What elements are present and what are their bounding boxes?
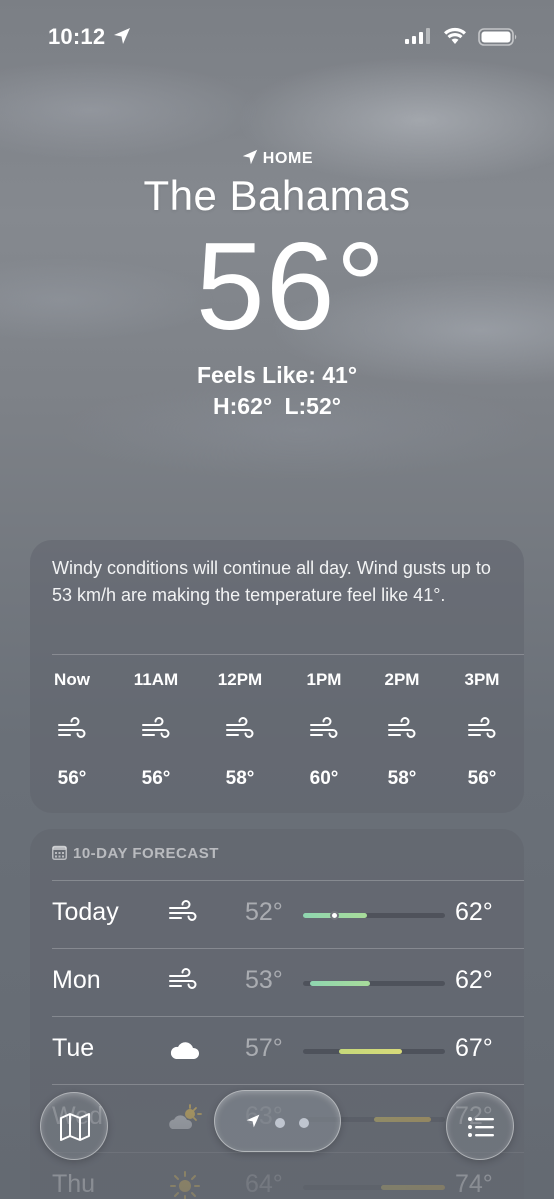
high-temperature: 62° [455,966,493,994]
high-temperature: 67° [455,1034,493,1062]
location-tag: HOME [0,148,554,168]
wind-icon [310,717,338,738]
hour-label: 3PM [464,670,500,689]
page-dot[interactable] [299,1118,309,1128]
temperature-range-bar [303,981,445,986]
hour-column: Now 56° [40,670,104,790]
hourly-forecast-card[interactable]: Windy conditions will continue all day. … [30,540,524,813]
weather-summary: Windy conditions will continue all day. … [52,558,491,605]
forecast-day-row[interactable]: Today 52° 62° [30,881,524,949]
map-button[interactable] [40,1092,108,1160]
wind-icon [169,968,197,989]
status-bar: 10:12 [0,0,554,72]
wind-icon [388,717,416,738]
temperature-range-bar [303,911,445,920]
low-temperature: 53° [245,966,283,994]
forecast-header: 10-DAY FORECAST [52,845,219,862]
hour-column: 11AM 56° [124,670,188,790]
feels-like: Feels Like: 41° [196,362,358,388]
current-temperature: 56° [195,218,387,356]
wind-icon [468,717,496,738]
day-name: Today [52,898,119,926]
hour-temperature: 58° [225,768,255,789]
location-arrow-icon [114,28,130,44]
hour-label: 12PM [217,670,263,689]
current-temp-dot [329,911,339,920]
forecast-day-row[interactable]: Mon 53° 62° [30,949,524,1017]
divider [52,654,524,655]
hour-temperature: 56° [467,768,497,789]
page-indicator[interactable] [214,1090,341,1152]
forecast-title: 10-DAY FORECAST [73,845,219,862]
location-arrow-icon [242,149,257,165]
forecast-day-row[interactable]: Tue 57° 67° [30,1017,524,1085]
hour-temperature: 58° [387,768,417,789]
temperature-range-fill [310,981,370,986]
low-temperature: 52° [245,898,283,926]
hour-column: 12PM 58° [208,670,272,790]
hour-label: 11AM [133,670,179,689]
location-tag-label: HOME [262,150,314,167]
low-temperature: 57° [245,1034,283,1062]
bottom-toolbar [0,1080,554,1199]
hour-label: Now [54,670,90,689]
map-icon [60,1113,90,1141]
wind-icon [226,717,254,738]
calendar-icon [52,845,67,860]
cellular-signal-icon [405,28,430,44]
wind-icon [142,717,170,738]
battery-icon [478,28,517,46]
high-low: H:62° L:52° [213,393,341,419]
temperature-range-fill [338,1049,403,1054]
status-time: 10:12 [48,24,106,49]
page-dot[interactable] [275,1118,285,1128]
cloud-icon [170,1042,200,1059]
hour-temperature: 56° [141,768,171,789]
list-icon [468,1117,494,1137]
wifi-icon [444,27,466,44]
city-name: The Bahamas [143,172,411,219]
hour-temperature: 56° [57,768,87,789]
wind-icon [58,717,86,738]
hour-column: 1PM 60° [292,670,356,790]
temperature-range-bar [303,1049,445,1054]
high-temperature: 62° [455,898,493,926]
location-arrow-icon [246,1114,260,1128]
hour-label: 1PM [306,670,342,689]
hour-temperature: 60° [309,768,339,789]
hour-column: 3PM 56° [450,670,514,790]
day-name: Tue [52,1034,95,1062]
wind-icon [169,900,197,921]
day-name: Mon [52,966,101,994]
hour-label: 2PM [384,670,420,689]
location-list-button[interactable] [446,1092,514,1160]
hour-column: 2PM 58° [370,670,434,790]
